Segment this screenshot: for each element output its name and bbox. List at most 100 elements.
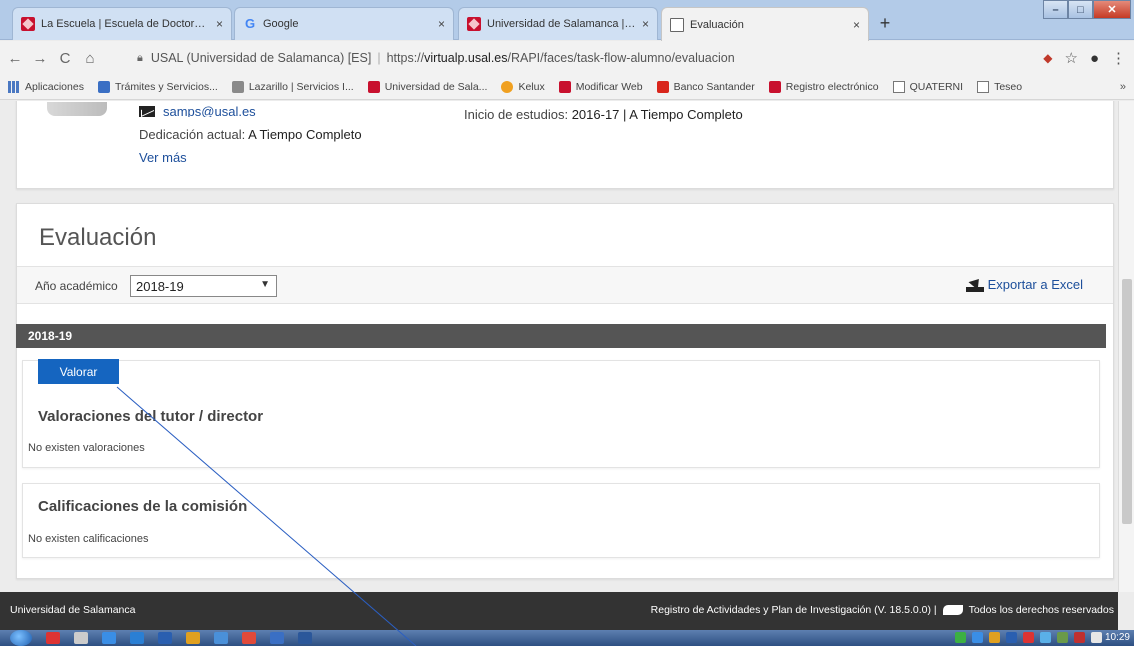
home-button[interactable]: ⌂ — [80, 50, 100, 67]
ie-icon[interactable] — [130, 632, 144, 644]
footer-university: Universidad de Salamanca — [10, 604, 136, 616]
reload-button[interactable]: C — [55, 50, 75, 67]
bookmark-label: Kelux — [518, 81, 545, 93]
tray-icon[interactable] — [1091, 632, 1102, 643]
bookmark-item[interactable]: Universidad de Sala... — [367, 81, 487, 93]
close-window-button[interactable]: ✕ — [1093, 0, 1131, 19]
taskbar-app-icon[interactable] — [74, 632, 88, 644]
bookmark-label: Trámites y Servicios... — [114, 81, 218, 93]
close-tab-icon[interactable]: × — [853, 18, 860, 32]
mail-icon — [139, 105, 155, 117]
menu-icon[interactable]: ⋮ — [1111, 49, 1126, 67]
bookmark-item[interactable]: Teseo — [977, 81, 1022, 93]
usal-logo-icon — [942, 605, 963, 615]
bookmark-item[interactable]: Registro electrónico — [768, 81, 879, 93]
url-prefix: https:// — [386, 51, 425, 65]
tray-icon[interactable] — [972, 632, 983, 643]
back-button[interactable]: ← — [5, 50, 25, 67]
maximize-button[interactable]: □ — [1068, 0, 1093, 19]
bookmark-star-icon[interactable]: ☆ — [1064, 49, 1077, 67]
tray-icon[interactable] — [989, 632, 1000, 643]
os-taskbar: 10:29 — [0, 630, 1134, 646]
word-icon[interactable] — [298, 632, 312, 644]
taskbar-app-icon[interactable] — [214, 632, 228, 644]
url-input[interactable]: 🔒︎ USAL (Universidad de Salamanca) [ES] … — [137, 46, 997, 70]
filter-bar: Año académico 2018-19 ▼ Exportar a Excel — [17, 266, 1113, 304]
email-link[interactable]: samps@usal.es — [163, 105, 256, 117]
tray-icon[interactable] — [1057, 632, 1068, 643]
browser-tab[interactable]: Universidad de Salamanca | Univ × — [458, 7, 658, 40]
bookmark-item[interactable]: Lazarillo | Servicios I... — [231, 81, 354, 93]
extension-icon[interactable]: ◆ — [1043, 51, 1052, 65]
student-profile-card: samps@usal.es Dedicación actual: A Tiemp… — [16, 101, 1114, 189]
close-tab-icon[interactable]: × — [642, 17, 649, 31]
bookmark-label: Modificar Web — [575, 81, 643, 93]
bookmarks-overflow-button[interactable]: » — [1120, 81, 1126, 93]
taskbar-app-icon[interactable] — [270, 632, 284, 644]
bookmark-item[interactable]: Kelux — [501, 81, 545, 93]
browser-tab[interactable]: G Google × — [234, 7, 454, 40]
close-tab-icon[interactable]: × — [216, 17, 223, 31]
scrollbar-thumb[interactable] — [1122, 279, 1132, 524]
kelux-icon — [501, 81, 514, 93]
chrome-icon[interactable] — [242, 632, 256, 644]
url-host: virtualp.usal.es — [424, 51, 508, 65]
bookmark-item[interactable]: QUATERNI — [892, 81, 963, 93]
url-path: /RAPI/faces/task-flow-alumno/evaluacion — [507, 51, 735, 65]
page-title: Evaluación — [39, 224, 157, 251]
ver-mas-link[interactable]: Ver más — [139, 150, 187, 165]
bookmark-label: Lazarillo | Servicios I... — [248, 81, 354, 93]
tramites-icon — [97, 81, 110, 93]
tray-icon[interactable] — [1040, 632, 1051, 643]
tab-title: Universidad de Salamanca | Univ — [487, 18, 636, 30]
apps-grid-icon — [8, 81, 20, 93]
browser-tab-active[interactable]: Evaluación × — [661, 7, 869, 41]
tray-icon[interactable] — [1006, 632, 1017, 643]
forward-button[interactable]: → — [30, 50, 50, 67]
profile-icon[interactable]: ● — [1090, 50, 1099, 67]
tab-title: Evaluación — [690, 18, 744, 31]
inicio-value: 2016-17 | A Tiempo Completo — [571, 107, 743, 122]
firefox-icon[interactable] — [186, 632, 200, 644]
avatar — [47, 102, 107, 116]
chevron-down-icon: ▼ — [260, 279, 270, 290]
page-icon — [977, 81, 990, 93]
page-footer: Universidad de Salamanca Registro de Act… — [0, 592, 1118, 630]
google-icon: G — [244, 16, 256, 31]
dedicacion-label: Dedicación actual: — [139, 127, 246, 142]
browser-tab[interactable]: La Escuela | Escuela de Doctorado × — [12, 7, 232, 40]
inicio-label: Inicio de estudios: — [464, 107, 569, 122]
bookmark-label: Banco Santander — [673, 81, 755, 93]
valorar-button[interactable]: Valorar — [38, 359, 119, 384]
taskbar-app-icon[interactable] — [158, 632, 172, 644]
year-label: Año académico — [35, 279, 118, 293]
bookmark-label: Aplicaciones — [25, 81, 84, 93]
dedicacion-value: A Tiempo Completo — [248, 127, 362, 142]
lock-icon: 🔒︎ — [137, 51, 143, 64]
tray-icon[interactable] — [955, 632, 966, 643]
bookmark-item[interactable]: Banco Santander — [656, 81, 755, 93]
tutor-valuations-panel: Valoraciones del tutor / director No exi… — [22, 360, 1100, 468]
bookmark-item[interactable]: Trámites y Servicios... — [97, 81, 218, 93]
footer-right: Registro de Actividades y Plan de Invest… — [651, 604, 1114, 616]
page-icon — [670, 17, 684, 32]
system-tray — [955, 632, 1102, 643]
export-excel-link[interactable]: Exportar a Excel — [965, 277, 1083, 292]
tab-title: Google — [263, 18, 299, 30]
footer-rights: Todos los derechos reservados — [968, 604, 1114, 616]
tab-title: La Escuela | Escuela de Doctorado — [41, 18, 210, 30]
start-button[interactable] — [10, 630, 32, 646]
academic-year-select[interactable]: 2018-19 ▼ — [130, 275, 277, 297]
tray-icon[interactable] — [1023, 632, 1034, 643]
bookmark-item[interactable]: Aplicaciones — [8, 81, 84, 93]
taskbar-app-icon[interactable] — [46, 632, 60, 644]
tray-icon[interactable] — [1074, 632, 1085, 643]
minimize-button[interactable]: – — [1043, 0, 1068, 19]
taskbar-app-icon[interactable] — [102, 632, 116, 644]
usal-icon — [21, 17, 35, 31]
bookmark-item[interactable]: Modificar Web — [558, 81, 643, 93]
page-scrollbar[interactable] — [1118, 101, 1134, 592]
bookmark-label: Registro electrónico — [785, 81, 879, 93]
new-tab-button[interactable]: + — [872, 12, 898, 34]
close-tab-icon[interactable]: × — [438, 17, 445, 31]
